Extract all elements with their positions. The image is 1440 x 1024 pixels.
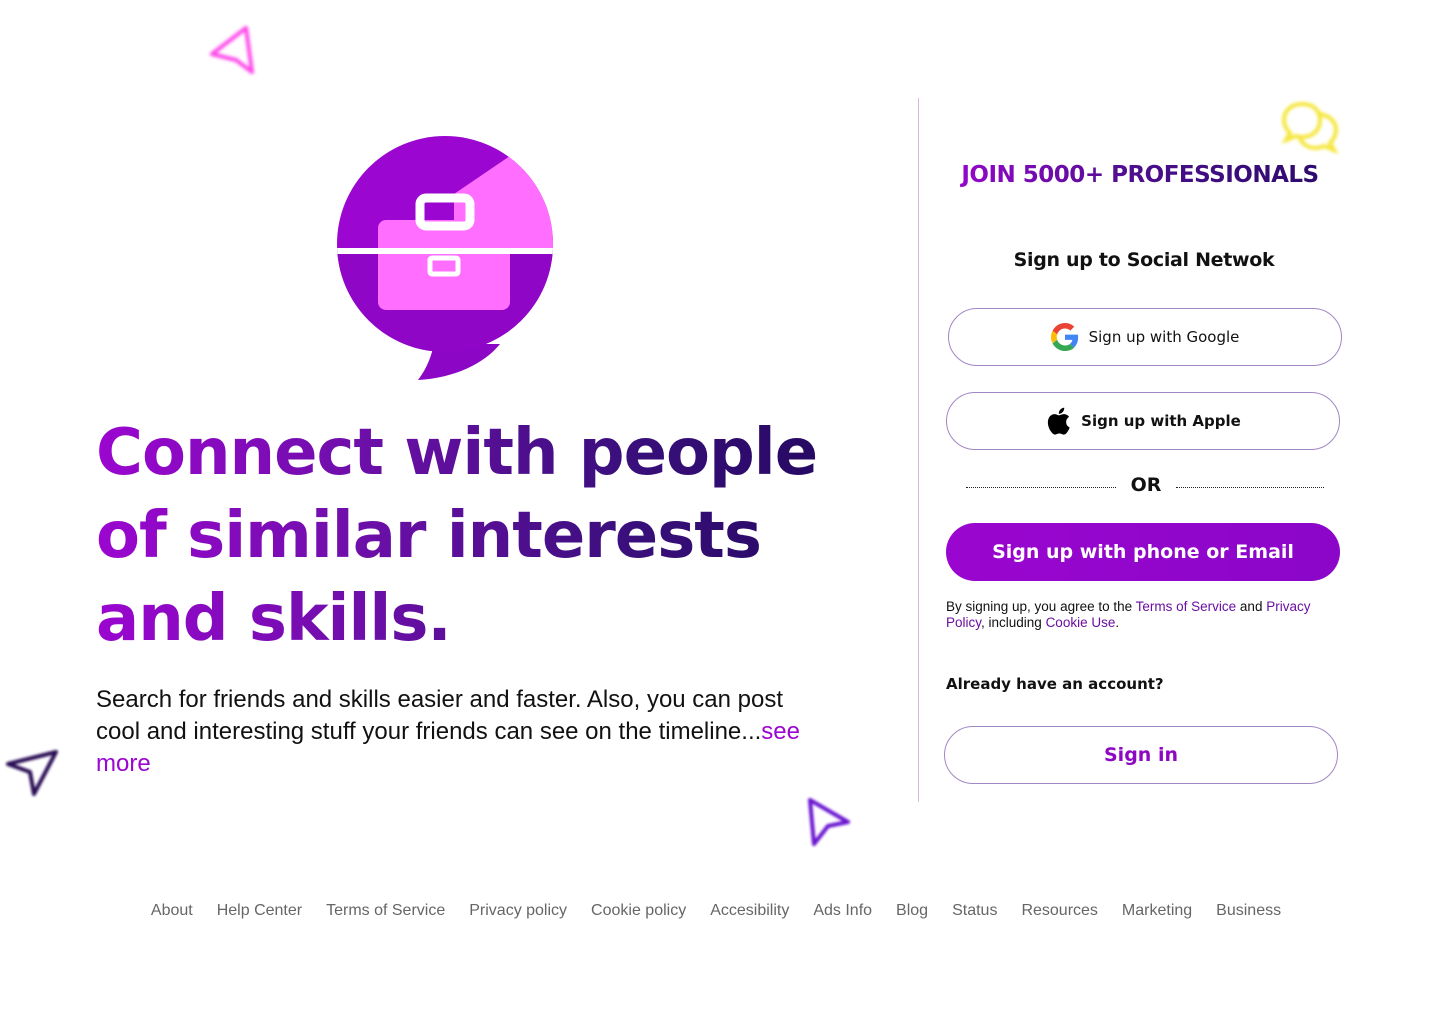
apple-signup-button[interactable]: Sign up with Apple: [946, 392, 1340, 450]
or-text: OR: [1130, 474, 1162, 496]
phone-email-signup-button[interactable]: Sign up with phone or Email: [946, 523, 1340, 581]
footer-link-business[interactable]: Business: [1204, 902, 1293, 920]
footer-link-blog[interactable]: Blog: [884, 902, 940, 920]
or-line-left: [966, 487, 1116, 488]
join-title: JOIN 5000+ PROFESSIONALS: [940, 162, 1340, 188]
phone-email-signup-label: Sign up with phone or Email: [992, 541, 1294, 563]
footer-link-privacy[interactable]: Privacy policy: [457, 902, 579, 920]
footer-link-accessibility[interactable]: Accesibility: [698, 902, 801, 920]
hero-tagline-text: Search for friends and skills easier and…: [96, 686, 784, 745]
cookie-use-link[interactable]: Cookie Use: [1046, 615, 1116, 630]
footer-nav: About Help Center Terms of Service Priva…: [0, 902, 1432, 920]
google-g-icon: [1050, 323, 1078, 351]
legal-prefix: By signing up, you agree to the: [946, 599, 1136, 614]
hero-headline: Connect with people of similar interests…: [96, 412, 856, 661]
legal-end: .: [1115, 615, 1120, 630]
already-have-account-text: Already have an account?: [946, 675, 1164, 693]
apple-icon: [1048, 407, 1070, 435]
hero-tagline: Search for friends and skills easier and…: [96, 684, 826, 780]
legal-notice: By signing up, you agree to the Terms of…: [946, 599, 1338, 631]
footer-link-ads-info[interactable]: Ads Info: [801, 902, 884, 920]
pink-arrow-icon: [204, 20, 260, 80]
vertical-divider: [918, 98, 919, 802]
briefcase-chat-bubble-logo: [337, 136, 553, 380]
google-signup-label: Sign up with Google: [1088, 328, 1240, 346]
footer-link-marketing[interactable]: Marketing: [1110, 902, 1204, 920]
apple-signup-label: Sign up with Apple: [1081, 412, 1241, 430]
or-separator: OR: [966, 474, 1324, 500]
signin-button[interactable]: Sign in: [944, 726, 1338, 784]
terms-link[interactable]: Terms of Service: [1136, 599, 1237, 614]
or-line-right: [1176, 487, 1324, 488]
signin-label: Sign in: [1104, 744, 1178, 766]
footer-link-cookie[interactable]: Cookie policy: [579, 902, 698, 920]
footer-link-about[interactable]: About: [139, 902, 205, 920]
dark-arrow-icon: [2, 744, 64, 802]
footer-link-status[interactable]: Status: [940, 902, 1009, 920]
purple-cursor-icon: [800, 792, 856, 854]
app-logo: [334, 134, 556, 384]
legal-including: , including: [981, 615, 1046, 630]
google-signup-button[interactable]: Sign up with Google: [948, 308, 1342, 366]
yellow-chat-icon: [1278, 98, 1344, 160]
footer-link-terms[interactable]: Terms of Service: [314, 902, 457, 920]
signup-heading: Sign up to Social Netwok: [1013, 249, 1275, 271]
footer-link-help-center[interactable]: Help Center: [205, 902, 314, 920]
legal-and: and: [1236, 599, 1267, 614]
footer-link-resources[interactable]: Resources: [1009, 902, 1109, 920]
